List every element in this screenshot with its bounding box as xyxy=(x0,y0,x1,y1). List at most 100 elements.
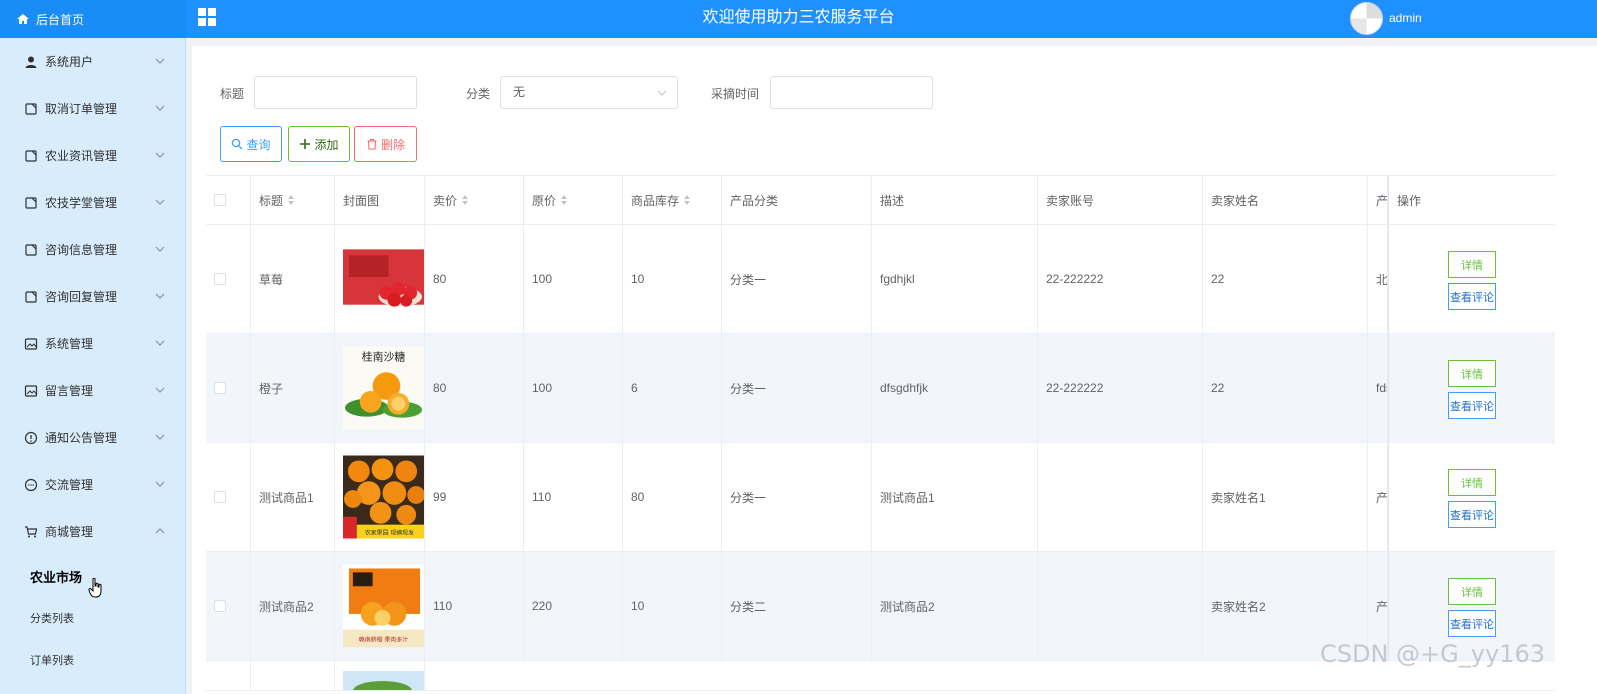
trash-icon xyxy=(367,138,377,150)
sidebar-item-agri-news[interactable]: 农业资讯管理 xyxy=(0,132,185,179)
search-form: 标题 分类 无 采摘时间 xyxy=(192,76,1597,110)
sidebar-subitem-order-list[interactable]: 订单列表 xyxy=(0,639,185,681)
delete-button-label: 删除 xyxy=(380,137,405,152)
home-icon xyxy=(17,14,29,24)
column-title: 描述 xyxy=(880,193,905,208)
seller-name-cell: 22 xyxy=(1203,225,1368,333)
category-cell: 分类一 xyxy=(722,443,872,551)
column-title: 原价 xyxy=(532,193,557,208)
seller-account-cell: 22-222222 xyxy=(1038,225,1203,333)
strawberry-cover-image xyxy=(343,249,424,307)
column-title: 卖家姓名 xyxy=(1211,193,1260,208)
document-icon xyxy=(25,243,37,256)
actions-cell: 详情 查看评论 xyxy=(1388,225,1555,333)
sidebar-item-mall[interactable]: 商城管理 xyxy=(0,508,185,555)
sell-price-cell: 80 xyxy=(425,334,524,442)
actions-cell: 详情 查看评论 xyxy=(1388,443,1555,551)
chevron-down-icon xyxy=(155,434,165,440)
sidebar-item-label: 交流管理 xyxy=(45,478,94,492)
detail-button[interactable]: 详情 xyxy=(1448,251,1496,278)
pick-time-input[interactable] xyxy=(770,76,933,109)
row-select-cell xyxy=(206,443,251,551)
row-checkbox[interactable] xyxy=(214,491,226,503)
view-reviews-button[interactable]: 查看评论 xyxy=(1448,283,1496,310)
detail-button[interactable]: 详情 xyxy=(1448,578,1496,605)
sort-icon xyxy=(561,195,568,205)
sidebar-subitem-category-list[interactable]: 分类列表 xyxy=(0,597,185,639)
column-title: 产 xyxy=(1376,193,1388,208)
row-checkbox[interactable] xyxy=(214,273,226,285)
row-checkbox[interactable] xyxy=(214,382,226,394)
seller-name-cell: 22 xyxy=(1203,334,1368,442)
chevron-down-icon xyxy=(155,387,165,393)
sidebar-item-label: 农技学堂管理 xyxy=(45,196,118,210)
row-select-cell xyxy=(206,334,251,442)
sidebar-item-system-users[interactable]: 系统用户 xyxy=(0,38,185,85)
main-content: 标题 分类 无 采摘时间 查询 添加 删除 标题 封面图 卖价 原价 商品库存 … xyxy=(192,46,1597,694)
title-cell: 草莓 xyxy=(251,225,335,333)
sidebar-item-label: 咨询信息管理 xyxy=(45,243,118,257)
sidebar-item-system-manage[interactable]: 系统管理 xyxy=(0,320,185,367)
stock-cell: 10 xyxy=(623,552,722,660)
grid-menu-icon[interactable] xyxy=(197,7,217,27)
description-cell: dfsgdhfjk xyxy=(872,334,1038,442)
view-reviews-button[interactable]: 查看评论 xyxy=(1448,501,1496,528)
column-header: 封面图 xyxy=(335,176,425,224)
user-icon xyxy=(25,56,37,68)
cover-cell xyxy=(335,225,425,333)
sidebar-item-messages[interactable]: 留言管理 xyxy=(0,367,185,414)
row-checkbox[interactable] xyxy=(214,600,226,612)
document-icon xyxy=(25,290,37,303)
sidebar-item-consult-reply[interactable]: 咨询回复管理 xyxy=(0,273,185,320)
top-bar: 后台首页 欢迎使用助力三农服务平台 admin xyxy=(0,0,1597,38)
avatar[interactable] xyxy=(1350,2,1383,35)
description-cell: 测试商品2 xyxy=(872,552,1038,660)
watermark: CSDN @+G_yy163 xyxy=(1320,640,1545,668)
home-link[interactable]: 后台首页 xyxy=(0,0,186,38)
chevron-down-icon xyxy=(155,293,165,299)
seller-account-cell: 22-222222 xyxy=(1038,334,1203,442)
column-header[interactable]: 卖价 xyxy=(425,176,524,224)
search-icon xyxy=(232,138,243,150)
add-button[interactable]: 添加 xyxy=(288,126,350,162)
sort-icon xyxy=(462,195,469,205)
column-header: 产 xyxy=(1368,176,1388,224)
view-reviews-button[interactable]: 查看评论 xyxy=(1448,392,1496,419)
actions-cell: 详情 查看评论 xyxy=(1388,334,1555,442)
detail-button[interactable]: 详情 xyxy=(1448,360,1496,387)
delete-button[interactable]: 删除 xyxy=(354,126,417,162)
username[interactable]: admin xyxy=(1389,11,1422,25)
chevron-down-icon xyxy=(657,90,667,96)
sidebar-item-notices[interactable]: 通知公告管理 xyxy=(0,414,185,461)
sidebar-item-exchange[interactable]: 交流管理 xyxy=(0,461,185,508)
pick-time-label: 采摘时间 xyxy=(711,87,760,101)
title-input[interactable] xyxy=(254,76,417,109)
picture-icon xyxy=(24,337,38,350)
cover-cell: 赣南脐橙 果肉多汁 xyxy=(335,552,425,660)
column-header[interactable]: 商品库存 xyxy=(623,176,722,224)
column-header: 卖家账号 xyxy=(1038,176,1203,224)
category-select[interactable]: 无 xyxy=(500,76,678,109)
column-header-actions: 操作 xyxy=(1388,176,1555,224)
document-icon xyxy=(25,102,37,115)
column-title: 商品库存 xyxy=(631,193,680,208)
sidebar-item-consult-info[interactable]: 咨询信息管理 xyxy=(0,226,185,273)
column-title: 卖价 xyxy=(433,193,458,208)
select-all-checkbox[interactable] xyxy=(214,194,226,206)
column-header[interactable]: 标题 xyxy=(251,176,335,224)
info-icon xyxy=(24,431,38,444)
query-button[interactable]: 查询 xyxy=(220,126,282,162)
sidebar-item-cancel-orders[interactable]: 取消订单管理 xyxy=(0,85,185,132)
sidebar-item-agri-school[interactable]: 农技学堂管理 xyxy=(0,179,185,226)
orangebox-cover-caption: 赣南脐橙 果肉多汁 xyxy=(359,636,408,644)
chevron-up-icon xyxy=(155,528,165,534)
origin-cell: 北 xyxy=(1368,225,1388,333)
table-header: 标题 封面图 卖价 原价 商品库存 产品分类 描述 卖家账号 卖家姓名 产 操作 xyxy=(206,176,1555,225)
product-table: 标题 封面图 卖价 原价 商品库存 产品分类 描述 卖家账号 卖家姓名 产 操作… xyxy=(206,175,1555,691)
seller-name-cell: 卖家姓名1 xyxy=(1203,443,1368,551)
view-reviews-button[interactable]: 查看评论 xyxy=(1448,610,1496,637)
column-title: 操作 xyxy=(1397,193,1422,208)
home-label: 后台首页 xyxy=(36,12,85,27)
detail-button[interactable]: 详情 xyxy=(1448,469,1496,496)
column-header[interactable]: 原价 xyxy=(524,176,623,224)
